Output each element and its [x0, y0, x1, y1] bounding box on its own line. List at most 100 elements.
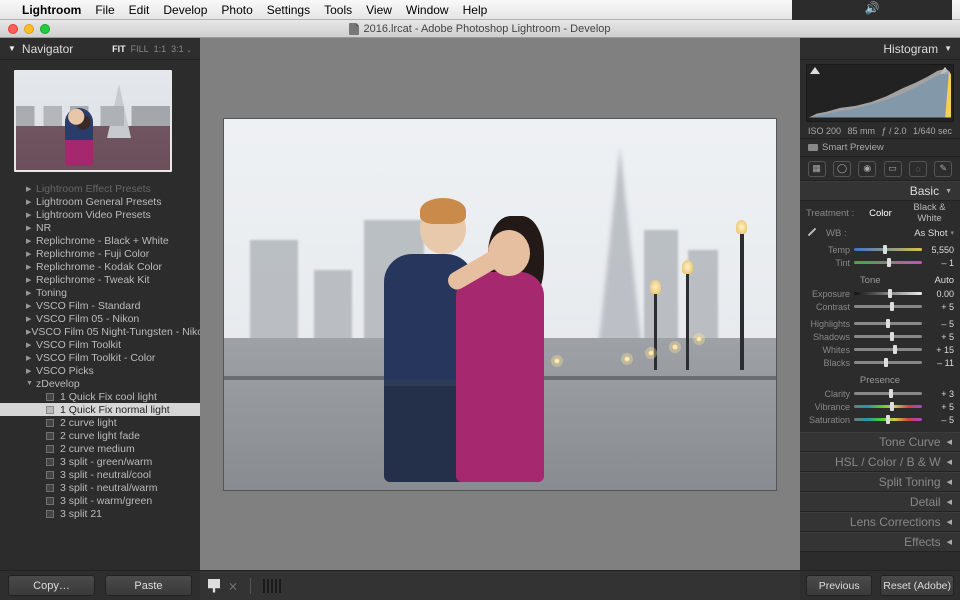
menu-file[interactable]: File	[95, 3, 114, 17]
window-titlebar[interactable]: 2016.lrcat - Adobe Photoshop Lightroom -…	[0, 20, 960, 38]
flag-reject-icon[interactable]: ⨯	[228, 579, 238, 593]
image-viewer[interactable]	[200, 38, 800, 570]
preset-folder[interactable]: ▶VSCO Film 05 Night-Tungsten - Nikon	[0, 325, 200, 338]
panel-header[interactable]: Tone Curve◀	[800, 432, 960, 452]
slider-exposure[interactable]: Exposure0.00	[806, 287, 954, 300]
preset-folder[interactable]: ▶Replichrome - Fuji Color	[0, 247, 200, 260]
copy-button[interactable]: Copy…	[8, 575, 95, 596]
app-menu[interactable]: Lightroom	[22, 3, 81, 17]
develop-tool[interactable]: ◯	[833, 161, 851, 177]
preset-folder[interactable]: ▶VSCO Film Toolkit	[0, 338, 200, 351]
preset-folder[interactable]: ▶VSCO Film 05 - Nikon	[0, 312, 200, 325]
menu-help[interactable]: Help	[463, 3, 488, 17]
panel-header[interactable]: HSL / Color / B & W◀	[800, 452, 960, 472]
color-label-swatch[interactable]	[279, 579, 281, 593]
preset-folder[interactable]: ▶NR	[0, 221, 200, 234]
basic-panel: Treatment : Color Black & White WB : As …	[800, 201, 960, 432]
preset-item[interactable]: 2 curve light fade	[0, 429, 200, 442]
navigator-thumbnail[interactable]	[0, 60, 200, 182]
left-panel: ▼ Navigator FIT FILL 1:1 3:1 ⌄ ▶Lightroo…	[0, 38, 200, 600]
center-panel: ⨯	[200, 38, 800, 600]
slider-tint[interactable]: Tint– 1	[806, 256, 954, 269]
menu-photo[interactable]: Photo	[221, 3, 252, 17]
treatment-color[interactable]: Color	[856, 208, 905, 219]
preset-item[interactable]: 3 split - green/warm	[0, 455, 200, 468]
slider-temp[interactable]: Temp5,550	[806, 243, 954, 256]
preset-folder[interactable]: ▶Replichrome - Kodak Color	[0, 260, 200, 273]
treatment-row: Treatment : Color Black & White	[806, 205, 954, 221]
navigator-zoom-modes[interactable]: FIT FILL 1:1 3:1 ⌄	[112, 44, 192, 54]
reset-button[interactable]: Reset (Adobe)	[880, 575, 954, 596]
menu-edit[interactable]: Edit	[129, 3, 150, 17]
basic-panel-header[interactable]: Basic▼	[800, 181, 960, 201]
menu-view[interactable]: View	[366, 3, 392, 17]
exif-row: ISO 200 85 mm ƒ / 2.0 1/640 sec	[800, 124, 960, 139]
slider-whites[interactable]: Whites+ 15	[806, 343, 954, 356]
color-label-swatch[interactable]	[271, 579, 273, 593]
right-panel: Histogram ▼ ISO 200 85 mm ƒ / 2.0 1/640 …	[800, 38, 960, 600]
wb-eyedropper-icon[interactable]	[806, 226, 820, 240]
slider-highlights[interactable]: Highlights– 5	[806, 317, 954, 330]
color-label-swatch[interactable]	[263, 579, 265, 593]
slider-blacks[interactable]: Blacks– 11	[806, 356, 954, 369]
slider-clarity[interactable]: Clarity+ 3	[806, 387, 954, 400]
slider-saturation[interactable]: Saturation– 5	[806, 413, 954, 426]
preset-item[interactable]: 2 curve light	[0, 416, 200, 429]
preset-folder[interactable]: ▶VSCO Film - Standard	[0, 299, 200, 312]
document-icon	[349, 23, 359, 35]
preset-item[interactable]: 1 Quick Fix cool light	[0, 390, 200, 403]
preset-folder[interactable]: ▶Lightroom Effect Presets	[0, 182, 200, 195]
wb-dropdown[interactable]: As Shot▾	[914, 228, 954, 239]
preset-folder[interactable]: ▶Lightroom Video Presets	[0, 208, 200, 221]
right-footer: Previous Reset (Adobe)	[800, 570, 960, 600]
mac-menubar: Lightroom File Edit Develop Photo Settin…	[0, 0, 960, 20]
panel-header[interactable]: Effects◀	[800, 532, 960, 552]
tone-auto-button[interactable]: Auto	[934, 275, 954, 286]
menu-window[interactable]: Window	[406, 3, 449, 17]
slider-vibrance[interactable]: Vibrance+ 5	[806, 400, 954, 413]
develop-tool[interactable]: ▭	[884, 161, 902, 177]
preset-folder-open[interactable]: ▼zDevelop	[0, 377, 200, 390]
preset-folder[interactable]: ▶Replichrome - Tweak Kit	[0, 273, 200, 286]
exif-shutter: 1/640 sec	[913, 126, 952, 136]
panel-header[interactable]: Split Toning◀	[800, 472, 960, 492]
preset-item[interactable]: 3 split - warm/green	[0, 494, 200, 507]
volume-icon[interactable]: 🔊	[865, 1, 880, 15]
panel-header[interactable]: Detail◀	[800, 492, 960, 512]
preset-item[interactable]: 3 split - neutral/warm	[0, 481, 200, 494]
menu-tools[interactable]: Tools	[324, 3, 352, 17]
menu-develop[interactable]: Develop	[163, 3, 207, 17]
develop-tool[interactable]: ◌	[909, 161, 927, 177]
preset-folder[interactable]: ▶Replichrome - Black + White	[0, 234, 200, 247]
preset-folder[interactable]: ▶Toning	[0, 286, 200, 299]
preset-item[interactable]: 2 curve medium	[0, 442, 200, 455]
flag-pick-icon[interactable]	[208, 579, 220, 593]
left-footer: Copy… Paste	[0, 570, 200, 600]
navigator-header[interactable]: ▼ Navigator FIT FILL 1:1 3:1 ⌄	[0, 38, 200, 60]
zoom-button[interactable]	[40, 24, 50, 34]
preset-folder[interactable]: ▶Lightroom General Presets	[0, 195, 200, 208]
minimize-button[interactable]	[24, 24, 34, 34]
menu-settings[interactable]: Settings	[267, 3, 310, 17]
treatment-bw[interactable]: Black & White	[905, 202, 954, 224]
histogram-header[interactable]: Histogram ▼	[800, 38, 960, 60]
panel-header[interactable]: Lens Corrections◀	[800, 512, 960, 532]
preset-item[interactable]: 1 Quick Fix normal light	[0, 403, 200, 416]
preset-item[interactable]: 3 split 21	[0, 507, 200, 520]
develop-tool[interactable]: ◉	[858, 161, 876, 177]
close-button[interactable]	[8, 24, 18, 34]
smart-preview-badge[interactable]: Smart Preview	[800, 139, 960, 157]
previous-button[interactable]: Previous	[806, 575, 872, 596]
paste-button[interactable]: Paste	[105, 575, 192, 596]
histogram-graph[interactable]	[806, 64, 954, 122]
develop-tool[interactable]: ✎	[934, 161, 952, 177]
preset-folder[interactable]: ▶VSCO Film Toolkit - Color	[0, 351, 200, 364]
slider-contrast[interactable]: Contrast+ 5	[806, 300, 954, 313]
color-label-swatch[interactable]	[275, 579, 277, 593]
preset-item[interactable]: 3 split - neutral/cool	[0, 468, 200, 481]
preset-folder[interactable]: ▶VSCO Picks	[0, 364, 200, 377]
color-label-swatch[interactable]	[267, 579, 269, 593]
viewer-toolbar: ⨯	[200, 570, 800, 600]
develop-tool[interactable]: ▦	[808, 161, 826, 177]
slider-shadows[interactable]: Shadows+ 5	[806, 330, 954, 343]
